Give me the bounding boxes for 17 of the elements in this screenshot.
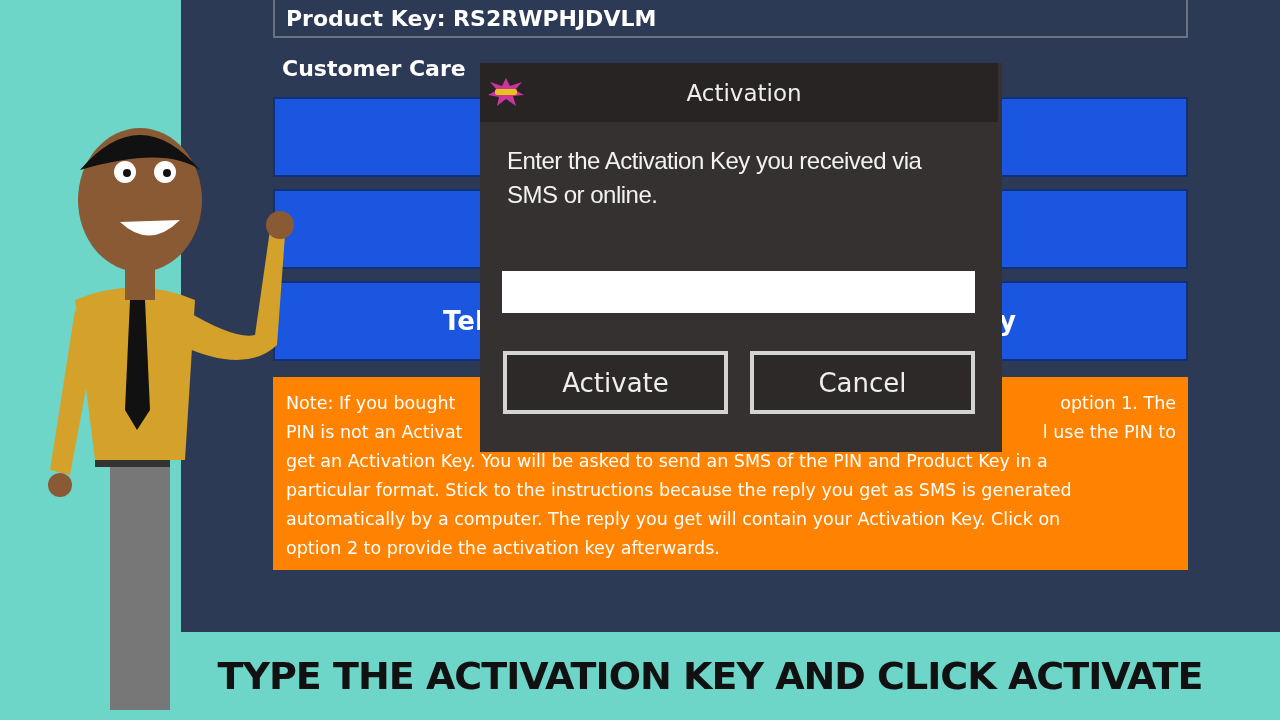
customer-care-text: Customer Care	[281, 56, 467, 83]
note-text: particular format. Stick to the instructions because the reply you get as SMS is generated	[286, 479, 1073, 502]
starburst-icon	[487, 77, 525, 107]
caption: TYPE THE ACTIVATION KEY AND CLICK ACTIVATE	[216, 653, 1204, 700]
dialog-title: Activation	[686, 79, 802, 106]
activation-key-field[interactable]	[502, 271, 975, 313]
note-text: PIN is not an Activat	[286, 421, 463, 444]
note-text: option 2 to provide the activation key afterwards.	[286, 537, 721, 560]
note-text: option 1. The	[1060, 392, 1176, 415]
dialog-message: Enter the Activation Key you received via SMS or online.	[506, 146, 923, 210]
dialog-button[interactable]: Cancel	[750, 351, 975, 414]
dialog-button[interactable]: Activate	[503, 351, 728, 414]
note-text: get an Activation Key. You will be asked to send an SMS of the PIN and Product Key in a	[286, 450, 1049, 473]
product-key-text: Product Key: RS2RWPHJDVLM	[286, 5, 657, 31]
note-text: l use the PIN to	[1042, 421, 1176, 444]
note-text: automatically by a computer. The reply you get will contain your Activation Key. Click on	[286, 508, 1062, 531]
note-text: Note: If you bought	[286, 392, 456, 415]
